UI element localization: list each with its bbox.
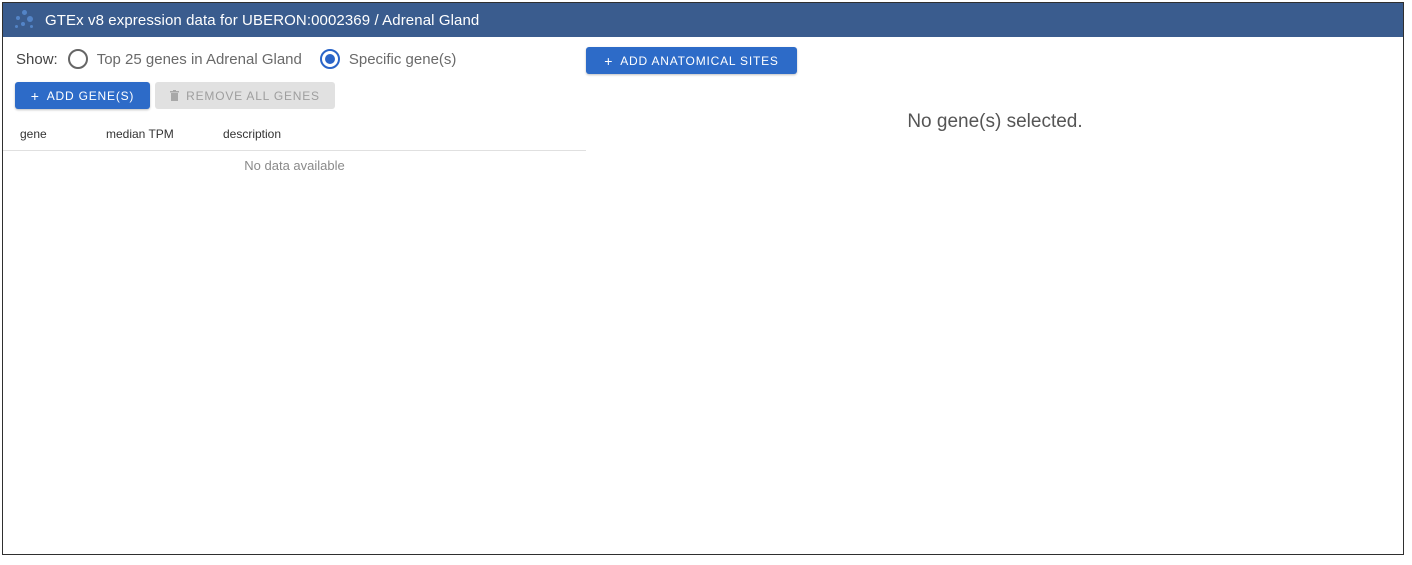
add-genes-label: ADD GENE(S) — [46, 88, 135, 103]
column-header-median-tpm[interactable]: median TPM — [106, 127, 174, 141]
gtex-logo-icon — [13, 7, 39, 33]
radio-specific-genes[interactable] — [319, 49, 340, 69]
gene-table-header: gene median TPM description — [3, 121, 586, 151]
chart-empty-message: No gene(s) selected. — [907, 111, 1083, 132]
panel-header: GTEx v8 expression data for UBERON:00023… — [3, 3, 1403, 37]
table-empty-text: No data available — [244, 158, 345, 173]
remove-all-genes-button[interactable]: REMOVE ALL GENES — [155, 82, 335, 109]
trash-icon — [170, 88, 180, 104]
show-mode-selector: Show: Top 25 genes in Adrenal Gland Spec… — [16, 47, 474, 71]
remove-all-genes-label: REMOVE ALL GENES — [186, 88, 320, 103]
add-genes-button[interactable]: + ADD GENE(S) — [15, 82, 150, 109]
add-anatomical-sites-button[interactable]: + ADD ANATOMICAL SITES — [586, 47, 797, 74]
add-anatomical-sites-label: ADD ANATOMICAL SITES — [620, 53, 779, 68]
plus-icon: + — [604, 52, 614, 69]
radio-top-genes-label[interactable]: Top 25 genes in Adrenal Gland — [97, 51, 302, 68]
radio-specific-genes-label[interactable]: Specific gene(s) — [349, 51, 457, 68]
gtex-expression-panel: GTEx v8 expression data for UBERON:00023… — [2, 2, 1404, 555]
radio-top-genes[interactable] — [67, 49, 88, 69]
panel-title: GTEx v8 expression data for UBERON:00023… — [45, 11, 480, 29]
plus-icon: + — [30, 87, 40, 104]
column-header-gene[interactable]: gene — [20, 127, 47, 141]
show-label: Show: — [16, 50, 58, 68]
column-header-description[interactable]: description — [223, 127, 281, 141]
